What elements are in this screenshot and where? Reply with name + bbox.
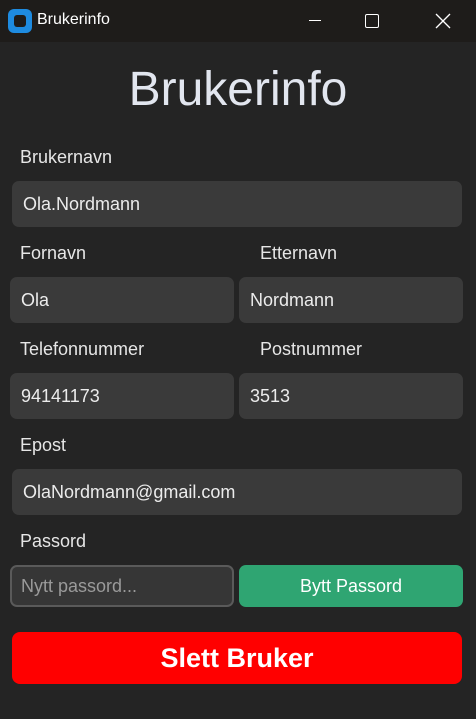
- first-name-value: Ola: [21, 289, 50, 310]
- username-label: Brukernavn: [20, 147, 113, 167]
- last-name-label: Etternavn: [260, 243, 338, 263]
- username-field[interactable]: Ola.Nordmann: [12, 181, 462, 227]
- username-value: Ola.Nordmann: [23, 193, 141, 214]
- postcode-label: Postnummer: [260, 339, 363, 359]
- close-button[interactable]: [420, 0, 466, 42]
- title-bar[interactable]: Brukerinfo: [0, 0, 476, 42]
- postcode-value: 3513: [250, 385, 291, 406]
- first-name-field[interactable]: Ola: [10, 277, 234, 323]
- maximize-button[interactable]: [349, 0, 395, 42]
- minimize-button[interactable]: [294, 0, 340, 42]
- phone-value: 94141173: [21, 385, 100, 406]
- delete-user-button[interactable]: Slett Bruker: [12, 632, 462, 684]
- phone-label: Telefonnummer: [20, 339, 145, 359]
- app-icon: [8, 9, 32, 33]
- app-window: Brukerinfo Brukerinfo Brukernavn Ola.Nor…: [0, 0, 476, 719]
- window-title: Brukerinfo: [37, 11, 110, 28]
- password-label: Passord: [20, 531, 87, 551]
- page-title: Brukerinfo: [128, 63, 348, 116]
- phone-field[interactable]: 94141173: [10, 373, 234, 419]
- new-password-input[interactable]: [10, 565, 234, 607]
- email-value: OlaNordmann@gmail.com: [23, 481, 236, 502]
- email-field[interactable]: OlaNordmann@gmail.com: [12, 469, 462, 515]
- close-icon: [435, 13, 451, 29]
- change-password-button[interactable]: Bytt Passord: [239, 565, 463, 607]
- last-name-field[interactable]: Nordmann: [239, 277, 463, 323]
- postcode-field[interactable]: 3513: [239, 373, 463, 419]
- last-name-value: Nordmann: [250, 289, 335, 310]
- first-name-label: Fornavn: [20, 243, 87, 263]
- email-label: Epost: [20, 435, 67, 455]
